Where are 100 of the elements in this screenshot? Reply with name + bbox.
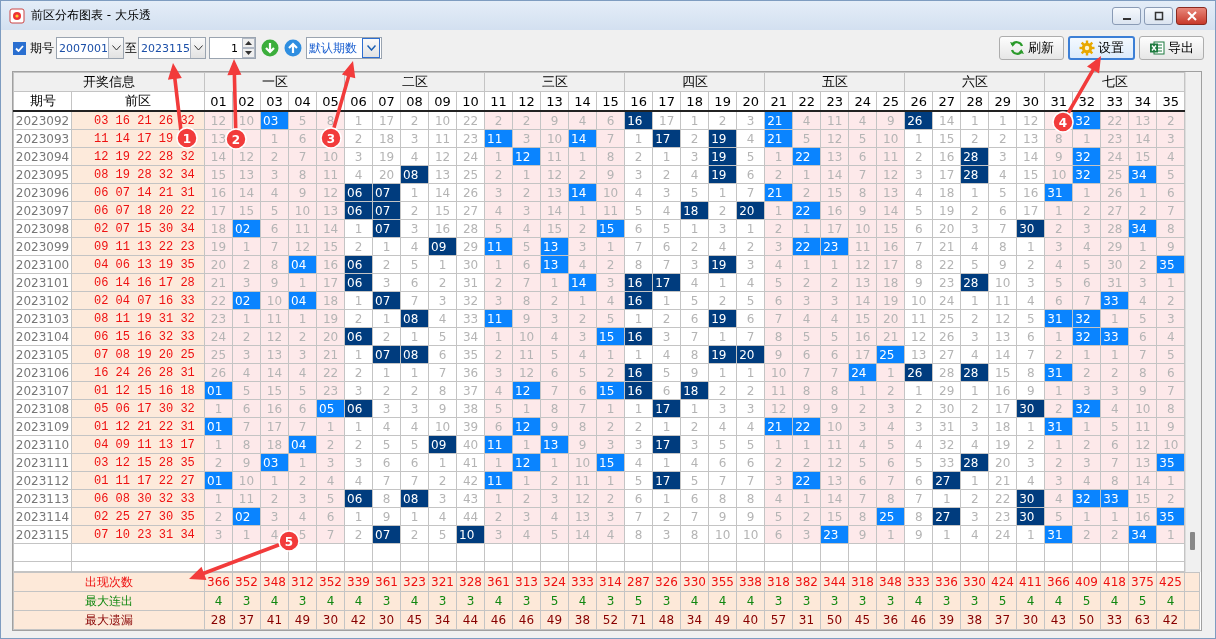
- table-cell: 3: [372, 399, 401, 418]
- table-cell: 3: [960, 327, 989, 346]
- table-cell: 17: [988, 399, 1017, 418]
- table-cell: 4: [428, 507, 457, 526]
- callout-arrow: [1066, 56, 1101, 114]
- table-cell: 6: [736, 165, 765, 184]
- table-cell: 1: [372, 363, 401, 382]
- table-cell: 21: [932, 237, 961, 256]
- table-cell: 2: [344, 129, 373, 148]
- table-cell: 4: [400, 147, 429, 166]
- table-cell: 4: [680, 453, 709, 472]
- refresh-icon: [1009, 40, 1025, 56]
- table-cell: 1: [736, 363, 765, 382]
- table-cell: 7: [736, 327, 765, 346]
- table-cell: 3: [736, 255, 765, 274]
- table-cell: 12: [988, 309, 1017, 328]
- table-cell: 355: [708, 572, 737, 592]
- table-cell: 1: [344, 345, 373, 364]
- table-cell: 4: [904, 183, 933, 202]
- table-cell: 7: [680, 507, 709, 526]
- table-cell: 1: [960, 183, 989, 202]
- spin-down-button[interactable]: [242, 48, 255, 58]
- table-cell: 2023106: [13, 363, 72, 382]
- table-cell: 1: [428, 255, 457, 274]
- table-cell: 1: [372, 309, 401, 328]
- table-cell: 3: [960, 507, 989, 526]
- table-cell: 7: [400, 291, 429, 310]
- table-cell: 6: [1016, 327, 1045, 346]
- toolbar-button[interactable]: 导出: [1139, 36, 1204, 60]
- table-cell: 7: [680, 327, 709, 346]
- table-cell: 8: [988, 237, 1017, 256]
- scrollbar[interactable]: [1185, 72, 1202, 572]
- table-cell: 6: [652, 381, 681, 400]
- table-cell: 17: [932, 165, 961, 184]
- table-cell: 4: [1016, 291, 1045, 310]
- table-cell: 2: [428, 471, 457, 490]
- spreadsheet-icon: [1149, 40, 1165, 56]
- dropdown-button[interactable]: [190, 38, 205, 58]
- spin-up-button[interactable]: [242, 38, 255, 48]
- table-cell: 28: [932, 363, 961, 382]
- minimize-button[interactable]: [1112, 6, 1141, 25]
- table-cell: 19: [988, 435, 1017, 454]
- table-cell: 2023093: [13, 129, 72, 148]
- table-cell: 1: [624, 399, 653, 418]
- app-icon: [9, 7, 25, 24]
- checkbox[interactable]: [13, 41, 26, 55]
- down-arrow-icon[interactable]: [261, 39, 279, 57]
- table-cell: 324: [540, 572, 569, 592]
- table-cell: 5: [624, 201, 653, 220]
- toolbar-button[interactable]: 设置: [1068, 36, 1135, 60]
- table-cell: 1: [680, 399, 709, 418]
- table-cell: 1: [960, 381, 989, 400]
- zone-header: 四区: [624, 72, 765, 92]
- start-issue-dropdown[interactable]: 2007001: [56, 37, 124, 59]
- table-cell: 9: [904, 273, 933, 292]
- table-cell: 18: [372, 129, 401, 148]
- table-cell: 23: [932, 273, 961, 292]
- table-cell: 17: [652, 111, 681, 130]
- maximize-icon: [1153, 10, 1164, 21]
- table-cell: 1: [708, 363, 737, 382]
- table-cell: 2: [652, 309, 681, 328]
- table-cell: 4: [960, 345, 989, 364]
- table-cell: 5: [400, 435, 429, 454]
- period-dropdown[interactable]: 默认期数: [306, 37, 382, 59]
- table-cell: 7: [904, 489, 933, 508]
- table-cell: 12: [904, 327, 933, 346]
- close-button[interactable]: [1176, 6, 1207, 25]
- table-cell: 6: [736, 309, 765, 328]
- maximize-button[interactable]: [1144, 6, 1173, 25]
- dropdown-button[interactable]: [108, 38, 123, 58]
- table-cell: 10: [736, 525, 765, 544]
- table-cell: 22: [932, 255, 961, 274]
- table-cell: 24: [456, 147, 485, 166]
- table-cell: 2023100: [13, 255, 72, 274]
- toolbar-button[interactable]: 刷新: [999, 36, 1064, 60]
- table-cell: 1: [652, 147, 681, 166]
- up-arrow-icon[interactable]: [284, 39, 302, 57]
- table-cell: 2: [372, 381, 401, 400]
- table-cell: 2: [400, 111, 429, 130]
- scrollbar-thumb[interactable]: [1190, 532, 1196, 550]
- table-cell: 1: [932, 489, 961, 508]
- table-cell: 43: [456, 489, 485, 508]
- step-spinner[interactable]: 1: [209, 37, 256, 59]
- table-cell: 15: [1016, 165, 1045, 184]
- dropdown-button[interactable]: [362, 38, 380, 58]
- table-cell: 8: [680, 345, 709, 364]
- table-cell: 339: [344, 572, 373, 592]
- table-cell: 7: [1016, 345, 1045, 364]
- table-cell: 4: [1016, 471, 1045, 490]
- table-cell: 4: [372, 417, 401, 436]
- end-issue-dropdown[interactable]: 2023115: [138, 37, 206, 59]
- zone-header: 二区: [344, 72, 485, 92]
- table-cell: 3: [624, 165, 653, 184]
- table-cell: 42: [456, 471, 485, 490]
- table-cell: 2023102: [13, 291, 72, 310]
- table-cell: 7: [372, 471, 401, 490]
- table-cell: 32: [932, 435, 961, 454]
- table-cell: 27: [456, 201, 485, 220]
- table-cell: 19: [372, 147, 401, 166]
- table-cell: 7: [736, 183, 765, 202]
